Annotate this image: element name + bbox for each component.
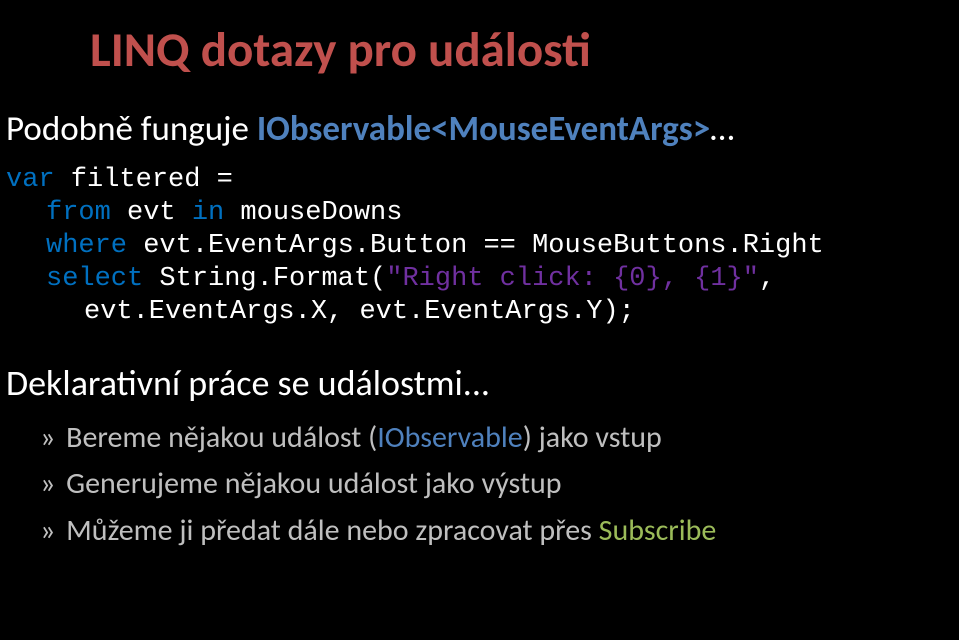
kw-select: select: [46, 264, 143, 294]
bullet-marker: »: [40, 508, 55, 555]
list-item: » Můžeme ji předat dále nebo zpracovat p…: [40, 508, 959, 555]
slide-container: LINQ dotazy pro události Podobně funguje…: [0, 0, 959, 554]
bullet-highlight: Subscribe: [599, 512, 717, 549]
code-text: ,: [759, 264, 775, 294]
kw-var: var: [6, 165, 55, 195]
code-text: filtered =: [55, 165, 233, 195]
code-text: evt.EventArgs.Button == MouseButtons.Rig…: [127, 231, 824, 261]
code-text: evt: [111, 198, 192, 228]
slide-title: LINQ dotazy pro události: [0, 20, 959, 80]
bullet-marker: »: [40, 461, 55, 508]
code-line-4: select String.Format("Right click: {0}, …: [6, 263, 959, 296]
code-text: mouseDowns: [224, 198, 402, 228]
kw-in: in: [192, 198, 224, 228]
subtitle-suffix: …: [710, 108, 734, 150]
slide-subtitle: Podobně funguje IObservable<MouseEventAr…: [0, 108, 959, 150]
bullet-post: ) jako vstup: [523, 419, 662, 456]
code-line-1: var filtered =: [6, 164, 959, 197]
code-block: var filtered = from evt in mouseDowns wh…: [0, 164, 959, 329]
subtitle-highlight: IObservable<MouseEventArgs>: [257, 108, 710, 150]
code-string: "Right click: {0}, {1}": [386, 264, 759, 294]
code-line-2: from evt in mouseDowns: [6, 197, 959, 230]
code-text: evt.EventArgs.X, evt.EventArgs.Y);: [84, 297, 635, 327]
list-item: » Generujeme nějakou událost jako výstup: [40, 461, 959, 508]
code-line-3: where evt.EventArgs.Button == MouseButto…: [6, 230, 959, 263]
bullet-list: » Bereme nějakou událost (IObservable) j…: [0, 415, 959, 555]
bullet-marker: »: [40, 415, 55, 462]
subtitle-prefix: Podobně funguje: [6, 108, 257, 150]
bullet-pre: Bereme nějakou událost (: [59, 419, 377, 456]
kw-where: where: [46, 231, 127, 261]
list-item: » Bereme nějakou událost (IObservable) j…: [40, 415, 959, 462]
code-text: String.Format(: [143, 264, 386, 294]
bullet-pre: Generujeme nějakou událost jako výstup: [59, 465, 561, 502]
bullet-highlight: IObservable: [377, 419, 523, 456]
kw-from: from: [46, 198, 111, 228]
code-line-5: evt.EventArgs.X, evt.EventArgs.Y);: [6, 296, 959, 329]
section-heading: Deklarativní práce se událostmi...: [0, 361, 959, 405]
bullet-pre: Můžeme ji předat dále nebo zpracovat pře…: [59, 512, 598, 549]
